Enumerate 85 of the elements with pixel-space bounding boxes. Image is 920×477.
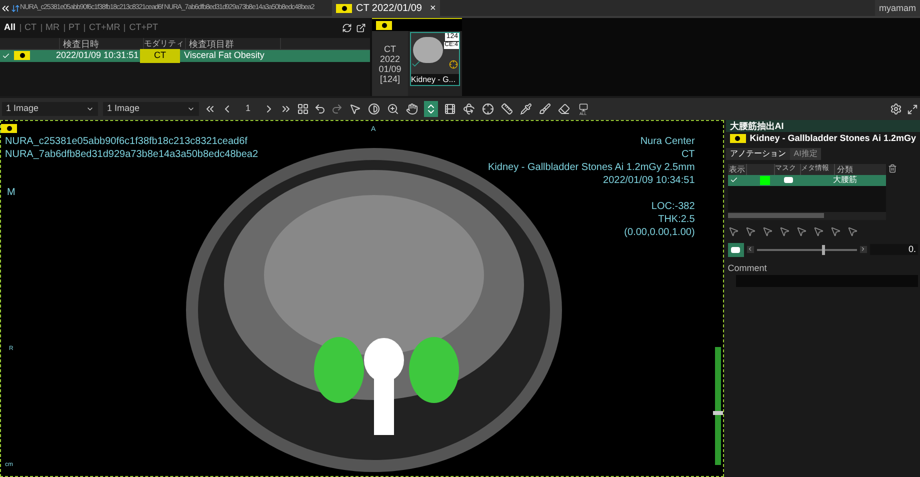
layout-dropdown[interactable]: 1 Image xyxy=(2,102,98,116)
selection-tool-icon[interactable] xyxy=(796,226,807,236)
class-label: 大腰筋 xyxy=(832,174,857,186)
comment-label: Comment xyxy=(728,262,768,274)
study-date: 2022/01/09 10:31:51 xyxy=(56,49,140,62)
opacity-value[interactable]: 0. xyxy=(870,244,918,255)
selection-tool-icon[interactable] xyxy=(778,226,790,236)
trash-icon[interactable] xyxy=(888,164,897,172)
back-icon[interactable] xyxy=(0,2,11,14)
orientation-label: M xyxy=(7,186,16,200)
selection-tool-icon[interactable] xyxy=(744,226,756,236)
series-info: 2022 xyxy=(380,54,400,64)
scroll-icon[interactable] xyxy=(424,101,438,117)
series-info: CT xyxy=(384,44,396,54)
color-swatch[interactable] xyxy=(760,176,770,184)
check-icon[interactable] xyxy=(411,59,421,69)
page-number[interactable]: 1 xyxy=(238,102,258,116)
export-icon[interactable] xyxy=(356,23,366,33)
user-name[interactable]: myamam xyxy=(874,0,920,16)
grid-icon[interactable] xyxy=(297,103,309,115)
hand-icon[interactable] xyxy=(405,101,419,117)
image-info: Kidney - Gallbladder Stones Ai 1.2mGy 2.5mm xyxy=(488,161,695,174)
study-row[interactable]: 2022/01/09 10:31:51 CT Visceral Fat Obesity xyxy=(0,50,370,62)
selection-tool-icon[interactable] xyxy=(812,226,824,236)
study-tab[interactable]: CT 2022/01/09 × xyxy=(332,0,440,16)
selection-tool-icon[interactable] xyxy=(830,226,841,236)
modality-filter[interactable]: PT xyxy=(68,21,80,35)
maximize-icon[interactable] xyxy=(907,104,918,114)
layout-dropdown[interactable]: 1 Image xyxy=(103,102,199,116)
modality-filter[interactable]: CT+MR xyxy=(89,21,120,35)
modality-filter[interactable]: MR xyxy=(46,21,60,35)
ruler-icon[interactable] xyxy=(500,101,514,117)
brush-icon[interactable] xyxy=(538,101,552,117)
scan-thumbnail-drawing xyxy=(413,37,443,63)
settings-icon[interactable] xyxy=(890,103,902,115)
panel-tab[interactable]: アノテーション xyxy=(726,148,790,160)
caret-icon xyxy=(86,105,94,113)
undo-icon[interactable] xyxy=(314,103,326,115)
decrease-icon[interactable] xyxy=(746,246,754,253)
study-group: Visceral Fat Obesity xyxy=(184,49,264,63)
scrollbar-thumb[interactable] xyxy=(728,213,824,218)
modality-filter[interactable]: CT xyxy=(24,21,37,35)
selection-tool-icon[interactable] xyxy=(846,226,858,236)
slice-info: (0.00,0.00,1.00) xyxy=(624,226,695,239)
crosshair-icon[interactable] xyxy=(481,101,495,117)
image-info: CT xyxy=(681,148,695,161)
modality-filter[interactable]: CT+PT xyxy=(129,21,158,35)
increase-icon[interactable] xyxy=(860,246,867,253)
column-header[interactable]: 検査項目群 xyxy=(186,38,281,49)
series-info: 01/09 xyxy=(378,64,402,74)
modality-tag: CT xyxy=(140,49,180,63)
annotation-row[interactable]: 大腰筋 xyxy=(728,174,886,186)
film-icon[interactable] xyxy=(443,101,457,117)
column-header[interactable]: 表示 xyxy=(728,164,746,174)
selection-tool-icon[interactable] xyxy=(762,226,773,236)
image-info: Nura Center xyxy=(640,135,695,148)
series-name: Kidney - Gallbladder Stones Ai 1.2mGy xyxy=(750,132,916,145)
zoom-icon[interactable] xyxy=(386,101,400,117)
eye-icon xyxy=(336,4,352,12)
last-page-icon[interactable] xyxy=(280,103,292,115)
panel-tab[interactable]: AI推定 xyxy=(790,148,822,160)
eraser-icon[interactable] xyxy=(557,101,571,117)
check-icon[interactable] xyxy=(2,52,10,60)
eye-icon xyxy=(730,134,746,144)
scrollbar-thumb[interactable] xyxy=(712,411,723,415)
eye-icon xyxy=(14,51,30,60)
pipette-icon[interactable] xyxy=(519,101,533,117)
thumbnail-caption: Kidney - G... xyxy=(411,74,459,85)
slice-info: LOC:-382 xyxy=(651,200,695,213)
series-info: [124] xyxy=(380,74,400,84)
contrast-icon[interactable] xyxy=(367,101,381,117)
modality-filter[interactable]: All xyxy=(4,21,16,35)
crosshair-icon xyxy=(449,60,458,69)
first-page-icon[interactable] xyxy=(204,103,216,115)
panel-title: 大腰筋抽出AI xyxy=(728,120,785,132)
slice-info: THK:2.5 xyxy=(658,213,695,226)
slider-thumb[interactable] xyxy=(822,244,825,254)
rotate-icon[interactable] xyxy=(462,101,476,117)
image-id: NURA_7ab6dfb8ed31d929a73b8e14a3a50b8edc48bea2 xyxy=(5,148,258,161)
redo-icon[interactable] xyxy=(331,103,343,115)
image-id: NURA_c25381e05abb90f6c1f38fb18c213c8321cead6f xyxy=(5,135,248,148)
selection-tool-icon[interactable] xyxy=(728,226,739,236)
image-info: 2022/01/09 10:34:51 xyxy=(603,174,695,187)
refresh-icon[interactable] xyxy=(342,23,352,33)
caret-icon xyxy=(187,105,195,113)
